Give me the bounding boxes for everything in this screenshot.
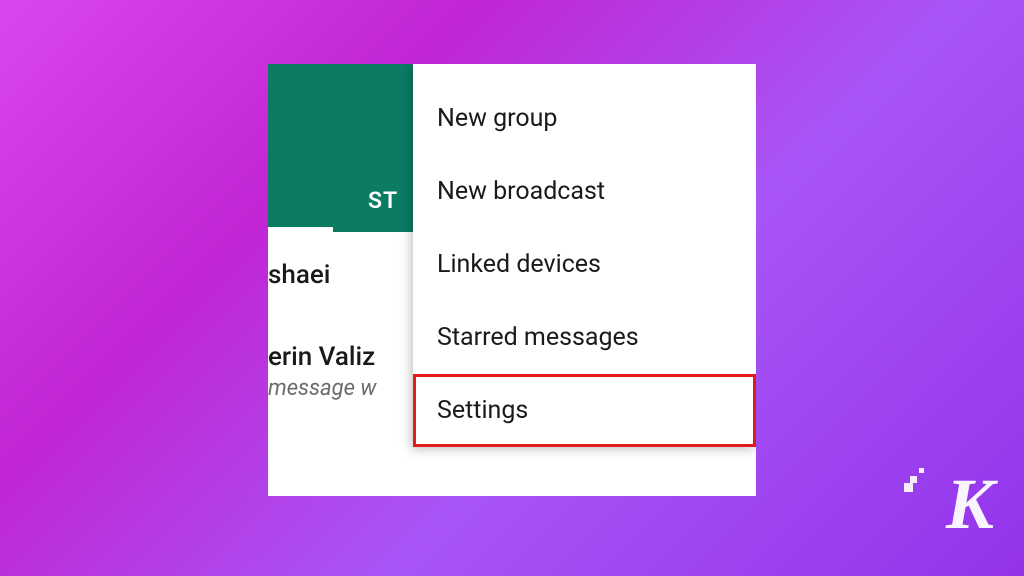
menu-item-new-broadcast[interactable]: New broadcast xyxy=(413,155,756,228)
overflow-menu: New group New broadcast Linked devices S… xyxy=(413,64,756,447)
watermark-dots xyxy=(904,468,934,488)
menu-item-starred-messages[interactable]: Starred messages xyxy=(413,301,756,374)
watermark-logo: K xyxy=(946,463,992,546)
active-tab-indicator xyxy=(268,227,333,232)
menu-item-linked-devices[interactable]: Linked devices xyxy=(413,228,756,301)
menu-item-new-group[interactable]: New group xyxy=(413,82,756,155)
menu-item-settings[interactable]: Settings xyxy=(413,374,756,447)
tab-status-partial[interactable]: ST xyxy=(368,187,398,214)
whatsapp-screenshot: ST shaei erin Valiz message w New group … xyxy=(268,64,756,496)
